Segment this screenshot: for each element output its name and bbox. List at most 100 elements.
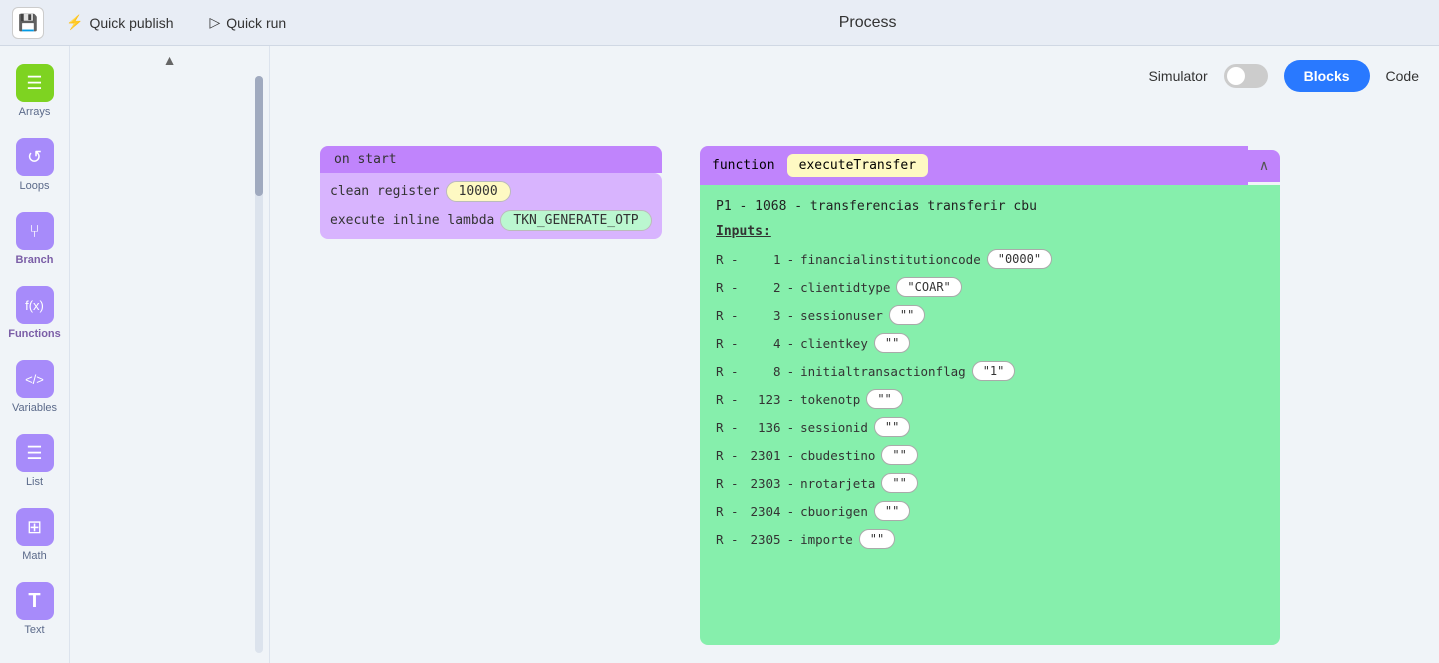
param-value[interactable]: "" bbox=[866, 389, 902, 409]
sidebar-item-list[interactable]: ☰ List bbox=[0, 426, 69, 496]
chevron-up-icon: ∧ bbox=[1259, 157, 1269, 174]
param-row: R - 8 - initialtransactionflag "1" bbox=[716, 361, 1264, 381]
scrollbar-thumb[interactable] bbox=[255, 76, 263, 196]
variables-icon: </> bbox=[16, 360, 54, 398]
sidebar-item-text[interactable]: T Text bbox=[0, 574, 69, 644]
param-value[interactable]: "" bbox=[874, 417, 910, 437]
param-num: 136 bbox=[745, 420, 781, 435]
panel-area: ▲ Simulator Blocks Code on start bbox=[70, 46, 1439, 663]
list-icon: ☰ bbox=[16, 434, 54, 472]
arrays-label: Arrays bbox=[19, 106, 51, 118]
param-dash: - bbox=[787, 308, 795, 323]
param-dash: - bbox=[787, 504, 795, 519]
quickrun-label: Quick run bbox=[226, 15, 286, 31]
sidebar-item-functions[interactable]: f(x) Functions bbox=[0, 278, 69, 348]
function-collapse-button[interactable]: ∧ bbox=[1248, 150, 1280, 182]
clean-register-value[interactable]: 10000 bbox=[446, 181, 511, 202]
param-name: clientidtype bbox=[800, 280, 890, 295]
sidebar: ☰ Arrays ↺ Loops ⑂ Branch f(x) Functions… bbox=[0, 46, 70, 663]
function-header-bar: function executeTransfer bbox=[700, 146, 1248, 185]
publish-icon: ⚡ bbox=[66, 14, 83, 31]
param-row: R - 2301 - cbudestino "" bbox=[716, 445, 1264, 465]
variables-label: Variables bbox=[12, 402, 57, 414]
function-header: function executeTransfer ∧ bbox=[700, 146, 1280, 185]
blocks-button[interactable]: Blocks bbox=[1284, 60, 1370, 92]
on-start-header: on start bbox=[320, 146, 662, 173]
quick-run-button[interactable]: ▷ Quick run bbox=[195, 8, 300, 37]
loops-icon: ↺ bbox=[16, 138, 54, 176]
branch-label: Branch bbox=[16, 254, 54, 266]
param-value[interactable]: "" bbox=[881, 473, 917, 493]
function-block: function executeTransfer ∧ P1 - 1068 - t… bbox=[700, 146, 1280, 645]
branch-icon: ⑂ bbox=[16, 212, 54, 250]
arrays-icon: ☰ bbox=[16, 64, 54, 102]
param-value[interactable]: "0000" bbox=[987, 249, 1052, 269]
param-r: R - bbox=[716, 308, 739, 323]
function-body-title: P1 - 1068 - transferencias transferir cb… bbox=[716, 199, 1264, 214]
math-label: Math bbox=[22, 550, 46, 562]
param-row: R - 1 - financialinstitutioncode "0000" bbox=[716, 249, 1264, 269]
param-r: R - bbox=[716, 504, 739, 519]
param-name: clientkey bbox=[800, 336, 868, 351]
functions-label: Functions bbox=[8, 328, 61, 340]
execute-inline-value[interactable]: TKN_GENERATE_OTP bbox=[500, 210, 651, 231]
param-num: 1 bbox=[745, 252, 781, 267]
block-row-clean: clean register 10000 bbox=[330, 181, 652, 202]
param-row: R - 2303 - nrotarjeta "" bbox=[716, 473, 1264, 493]
param-value[interactable]: "1" bbox=[972, 361, 1016, 381]
param-name: financialinstitutioncode bbox=[800, 252, 981, 267]
page-title: Process bbox=[308, 14, 1427, 32]
code-button[interactable]: Code bbox=[1386, 68, 1419, 84]
param-r: R - bbox=[716, 420, 739, 435]
left-panel: ▲ bbox=[70, 46, 270, 663]
scrollbar-track[interactable] bbox=[255, 76, 263, 653]
param-num: 2303 bbox=[745, 476, 781, 491]
toggle-knob bbox=[1227, 67, 1245, 85]
simulator-toggle[interactable] bbox=[1224, 64, 1268, 88]
param-dash: - bbox=[787, 364, 795, 379]
text-label: Text bbox=[24, 624, 44, 636]
param-num: 2304 bbox=[745, 504, 781, 519]
param-value[interactable]: "" bbox=[881, 445, 917, 465]
canvas-area: Simulator Blocks Code on start clean reg… bbox=[270, 46, 1439, 663]
param-r: R - bbox=[716, 364, 739, 379]
param-name: importe bbox=[800, 532, 853, 547]
sidebar-item-loops[interactable]: ↺ Loops bbox=[0, 130, 69, 200]
save-button[interactable]: 💾 bbox=[12, 7, 44, 39]
param-name: sessionuser bbox=[800, 308, 883, 323]
param-value[interactable]: "" bbox=[889, 305, 925, 325]
param-value[interactable]: "" bbox=[859, 529, 895, 549]
execute-inline-text: execute inline lambda bbox=[330, 213, 494, 228]
param-row: R - 2304 - cbuorigen "" bbox=[716, 501, 1264, 521]
param-num: 2 bbox=[745, 280, 781, 295]
on-start-block: on start clean register 10000 execute in… bbox=[320, 146, 662, 239]
quick-publish-button[interactable]: ⚡ Quick publish bbox=[52, 8, 187, 37]
topbar: 💾 ⚡ Quick publish ▷ Quick run Process bbox=[0, 0, 1439, 46]
param-dash: - bbox=[787, 448, 795, 463]
param-r: R - bbox=[716, 532, 739, 547]
function-keyword: function bbox=[712, 158, 775, 173]
publish-label: Quick publish bbox=[89, 15, 173, 31]
inputs-label: Inputs: bbox=[716, 224, 1264, 239]
sidebar-item-math[interactable]: ⊞ Math bbox=[0, 500, 69, 570]
param-num: 2305 bbox=[745, 532, 781, 547]
param-name: sessionid bbox=[800, 420, 868, 435]
param-dash: - bbox=[787, 532, 795, 547]
collapse-arrow-icon[interactable]: ▲ bbox=[163, 52, 177, 68]
param-name: cbudestino bbox=[800, 448, 875, 463]
param-num: 8 bbox=[745, 364, 781, 379]
sidebar-item-variables[interactable]: </> Variables bbox=[0, 352, 69, 422]
param-dash: - bbox=[787, 476, 795, 491]
param-value[interactable]: "COAR" bbox=[896, 277, 961, 297]
save-icon: 💾 bbox=[18, 13, 38, 33]
sidebar-item-branch[interactable]: ⑂ Branch bbox=[0, 204, 69, 274]
param-dash: - bbox=[787, 252, 795, 267]
param-dash: - bbox=[787, 336, 795, 351]
function-name-chip[interactable]: executeTransfer bbox=[787, 154, 928, 177]
param-num: 4 bbox=[745, 336, 781, 351]
text-icon: T bbox=[16, 582, 54, 620]
param-value[interactable]: "" bbox=[874, 333, 910, 353]
sidebar-item-arrays[interactable]: ☰ Arrays bbox=[0, 56, 69, 126]
list-label: List bbox=[26, 476, 43, 488]
param-value[interactable]: "" bbox=[874, 501, 910, 521]
